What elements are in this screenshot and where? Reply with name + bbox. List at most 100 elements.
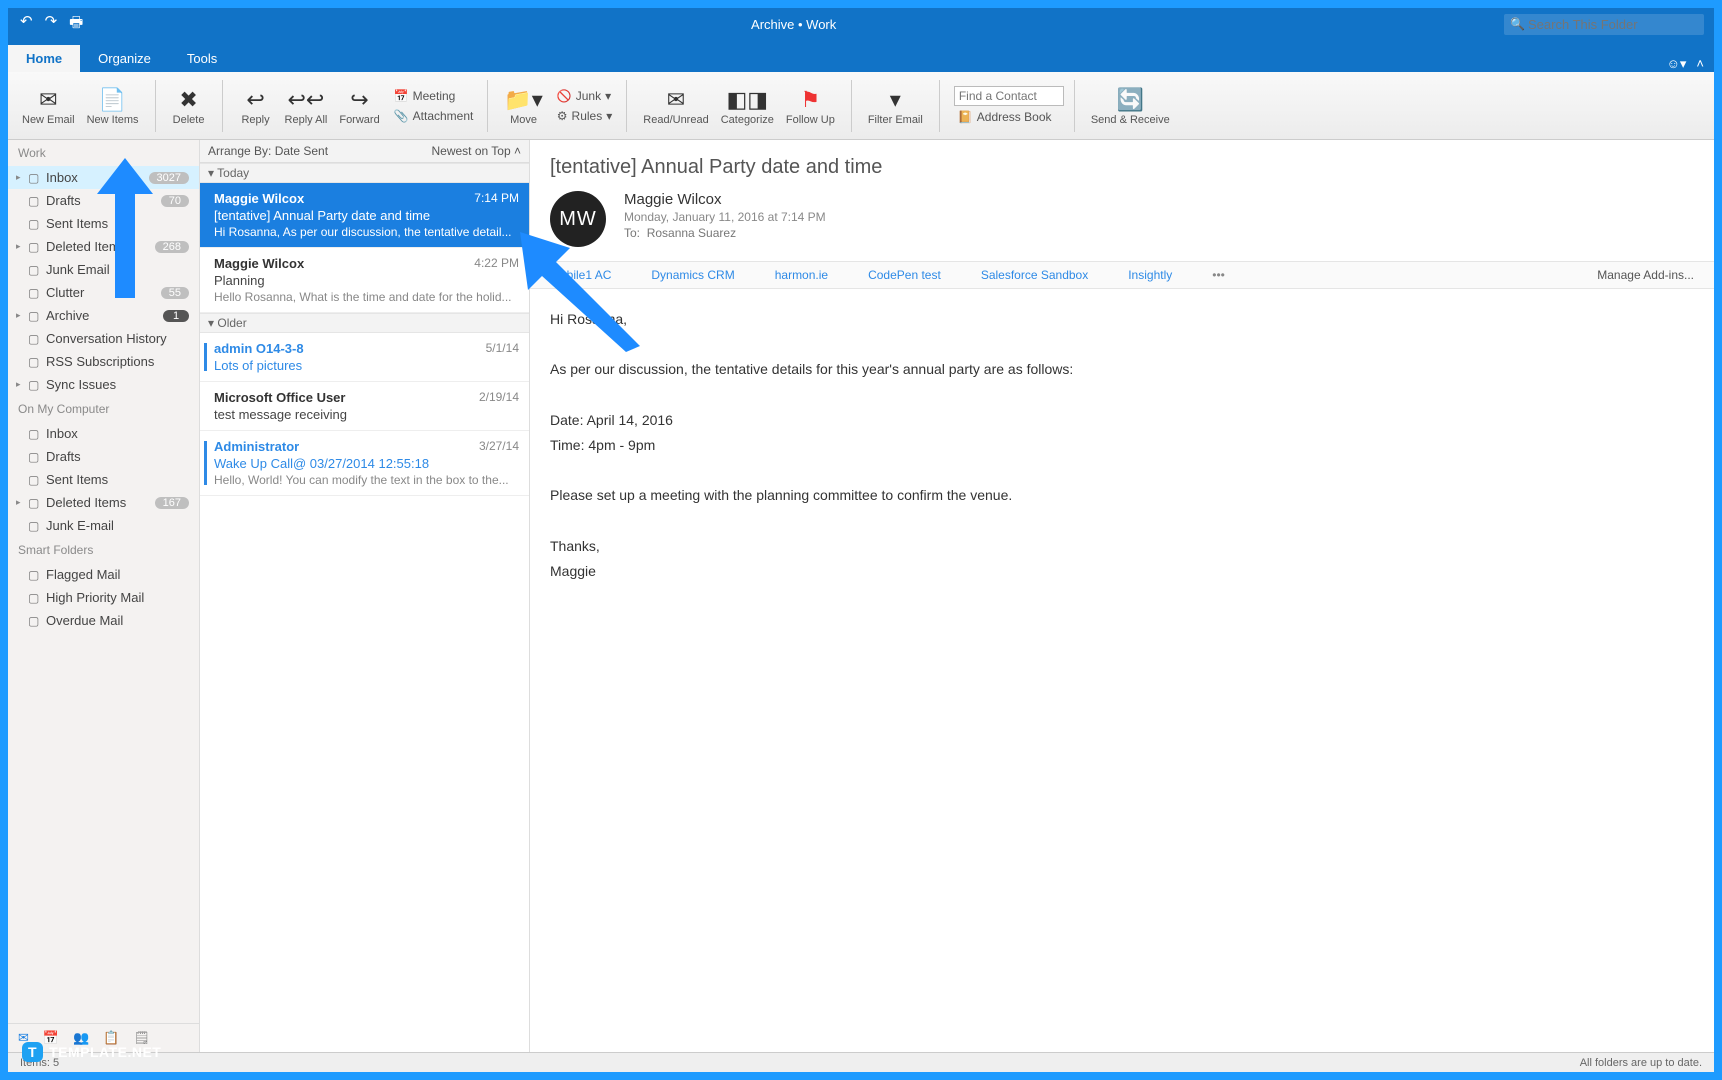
reply-all-icon: ↩↩: [288, 86, 325, 114]
expand-icon[interactable]: ▸: [16, 310, 26, 321]
group-older[interactable]: ▾ Older: [200, 313, 529, 333]
expand-icon[interactable]: ▸: [16, 172, 26, 183]
sidebar-item[interactable]: ▢Clutter55: [8, 281, 199, 304]
message-from: Maggie Wilcox: [624, 191, 826, 208]
sidebar-item-label: High Priority Mail: [46, 590, 189, 605]
sidebar-item[interactable]: ▢Flagged Mail: [8, 563, 199, 586]
addin-link[interactable]: harmon.ie: [775, 268, 828, 282]
delete-button[interactable]: ✖Delete: [166, 84, 212, 128]
sidebar-item-label: Flagged Mail: [46, 567, 189, 582]
folder-icon: ▢: [28, 427, 46, 441]
undo-icon[interactable]: ↶: [20, 12, 33, 37]
expand-icon[interactable]: ▸: [16, 379, 26, 390]
filter-email-button[interactable]: ▾Filter Email: [862, 84, 929, 128]
watermark-text: TEMPLATE.NET: [49, 1044, 161, 1060]
sidebar-item[interactable]: ▢High Priority Mail: [8, 586, 199, 609]
message-date: Monday, January 11, 2016 at 7:14 PM: [624, 210, 826, 224]
rules-button[interactable]: ⚙Rules▾: [553, 107, 616, 125]
sidebar-section-computer[interactable]: On My Computer: [8, 396, 199, 422]
sidebar-section-work[interactable]: Work: [8, 140, 199, 166]
sidebar-item[interactable]: ▸▢Deleted Items167: [8, 491, 199, 514]
sidebar-item[interactable]: ▢Drafts: [8, 445, 199, 468]
sidebar-item[interactable]: ▸▢Sync Issues: [8, 373, 199, 396]
address-book-button[interactable]: 📔Address Book: [954, 108, 1064, 126]
addin-link[interactable]: CodePen test: [868, 268, 941, 282]
msg-preview: Hi Rosanna, As per our discussion, the t…: [214, 225, 519, 239]
group-today[interactable]: ▾ Today: [200, 163, 529, 183]
expand-icon[interactable]: ▸: [16, 241, 26, 252]
search-input[interactable]: [1504, 14, 1704, 35]
chevron-down-icon: ▾: [606, 109, 612, 123]
redo-icon[interactable]: ↷: [45, 12, 58, 37]
msg-time: 2/19/14: [479, 390, 519, 405]
sidebar-item[interactable]: ▢Sent Items: [8, 468, 199, 491]
tab-tools[interactable]: Tools: [169, 45, 235, 72]
sort-order[interactable]: Newest on Top ˄: [431, 144, 521, 158]
tab-organize[interactable]: Organize: [80, 45, 169, 72]
forward-button[interactable]: ↪Forward: [333, 84, 385, 128]
manage-addins[interactable]: Manage Add-ins...: [1597, 268, 1694, 282]
send-receive-button[interactable]: 🔄Send & Receive: [1085, 84, 1176, 128]
sidebar-item[interactable]: ▢Junk Email: [8, 258, 199, 281]
sidebar-item-label: Inbox: [46, 426, 189, 441]
tab-home[interactable]: Home: [8, 45, 80, 72]
meeting-button[interactable]: 📅Meeting: [390, 87, 478, 105]
message-list-item[interactable]: Microsoft Office User2/19/14test message…: [200, 382, 529, 431]
addins-more[interactable]: •••: [1212, 268, 1225, 282]
chevron-down-icon: ▾: [605, 89, 611, 103]
sidebar-item[interactable]: ▢Drafts70: [8, 189, 199, 212]
folder-sidebar: Work ▸▢Inbox3027▢Drafts70▢Sent Items▸▢De…: [8, 140, 200, 1052]
read-unread-button[interactable]: ✉Read/Unread: [637, 84, 714, 128]
categorize-icon: ◧◨: [727, 86, 769, 114]
new-email-button[interactable]: ✉New Email: [16, 84, 81, 128]
msg-time: 3/27/14: [479, 439, 519, 454]
sidebar-section-smart[interactable]: Smart Folders: [8, 537, 199, 563]
new-items-button[interactable]: 📄New Items: [81, 84, 145, 128]
sidebar-item[interactable]: ▢Overdue Mail: [8, 609, 199, 632]
sidebar-item[interactable]: ▢Conversation History: [8, 327, 199, 350]
categorize-button[interactable]: ◧◨Categorize: [715, 84, 780, 128]
rules-icon: ⚙: [557, 109, 568, 123]
message-list-item[interactable]: Maggie Wilcox7:14 PM[tentative] Annual P…: [200, 183, 529, 248]
message-list-item[interactable]: admin O14-3-85/1/14Lots of pictures: [200, 333, 529, 382]
collapse-ribbon-icon[interactable]: ˄: [1696, 56, 1704, 72]
sidebar-item[interactable]: ▢RSS Subscriptions: [8, 350, 199, 373]
attachment-button[interactable]: 📎Attachment: [390, 107, 478, 125]
msg-preview: Hello Rosanna, What is the time and date…: [214, 290, 519, 304]
folder-icon: ▢: [28, 614, 46, 628]
addin-link[interactable]: Mobile1 AC: [550, 268, 611, 282]
junk-button[interactable]: 🚫Junk▾: [553, 87, 616, 105]
sidebar-item-label: Inbox: [46, 170, 149, 185]
message-list: Arrange By: Date Sent Newest on Top ˄ ▾ …: [200, 140, 530, 1052]
sidebar-item[interactable]: ▸▢Inbox3027: [8, 166, 199, 189]
account-icon[interactable]: ☺▾: [1667, 56, 1687, 72]
addin-link[interactable]: Insightly: [1128, 268, 1172, 282]
watermark-badge: T: [22, 1042, 43, 1062]
folder-icon: ▢: [28, 519, 46, 533]
sidebar-item[interactable]: ▢Inbox: [8, 422, 199, 445]
count-badge: 55: [161, 287, 189, 299]
message-list-header[interactable]: Arrange By: Date Sent Newest on Top ˄: [200, 140, 529, 163]
sidebar-item[interactable]: ▸▢Deleted Item268: [8, 235, 199, 258]
status-sync: All folders are up to date.: [1580, 1057, 1702, 1069]
addin-link[interactable]: Dynamics CRM: [651, 268, 734, 282]
reply-button[interactable]: ↩Reply: [233, 84, 279, 128]
read-unread-icon: ✉: [667, 86, 685, 114]
msg-subject: Wake Up Call@ 03/27/2014 12:55:18: [214, 456, 519, 471]
addin-link[interactable]: Salesforce Sandbox: [981, 268, 1088, 282]
find-contact-input[interactable]: [954, 86, 1064, 106]
move-button[interactable]: 📁▾Move: [498, 84, 548, 128]
sidebar-item[interactable]: ▢Sent Items: [8, 212, 199, 235]
message-list-item[interactable]: Administrator3/27/14Wake Up Call@ 03/27/…: [200, 431, 529, 496]
print-icon[interactable]: 🖶: [69, 12, 83, 37]
message-list-item[interactable]: Maggie Wilcox4:22 PMPlanningHello Rosann…: [200, 248, 529, 313]
count-badge: 268: [155, 241, 189, 253]
follow-up-button[interactable]: ⚑Follow Up: [780, 84, 841, 128]
expand-icon[interactable]: ▸: [16, 497, 26, 508]
reply-all-button[interactable]: ↩↩Reply All: [279, 84, 334, 128]
sidebar-item[interactable]: ▸▢Archive1: [8, 304, 199, 327]
new-email-icon: ✉: [39, 86, 57, 114]
sidebar-item[interactable]: ▢Junk E-mail: [8, 514, 199, 537]
folder-icon: ▢: [28, 496, 46, 510]
arrange-by[interactable]: Arrange By: Date Sent: [208, 144, 328, 158]
